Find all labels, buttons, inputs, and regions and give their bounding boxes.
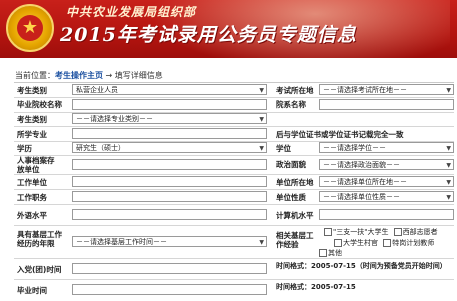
breadcrumb: 当前位置：考生操作主页 → 填写详细信息 — [15, 70, 163, 81]
chevron-down-icon: ▼ — [446, 87, 451, 94]
degree-label: 学位 — [276, 144, 291, 153]
exam-location-select[interactable]: －－请选择考试所在地－－ ▼ — [319, 84, 454, 95]
candidate-category-label: 考生类别 — [17, 115, 47, 124]
detail-form: 考生类别 私营企业人员 ▼ 考试所在地 －－请选择考试所在地－－ ▼ 毕业院校名称 … — [14, 82, 454, 295]
checkbox-village-official[interactable] — [334, 239, 342, 247]
form-row: 所学专业 后与学位证书或学位证书记载完全一致 — [14, 126, 454, 142]
form-row: 入党(团)时间 时间格式：2005-07-15（时间为预备党员开始时间） — [14, 258, 454, 280]
chevron-down-icon: ▼ — [259, 239, 264, 246]
breadcrumb-arrow: → — [105, 71, 113, 80]
unit-location-value: －－请选择单位所在地－－ — [323, 178, 407, 186]
candidate-type-value: 私营企业人员 — [76, 86, 118, 94]
candidate-type-select[interactable]: 私营企业人员 ▼ — [72, 84, 267, 95]
form-row: 人事档案存放单位 政治面貌 －－请选择政治面貌－－ ▼ — [14, 155, 454, 175]
college-name-input[interactable] — [319, 99, 454, 110]
degree-select[interactable]: －－请选择学位－－ ▼ — [319, 142, 454, 153]
school-name-label: 毕业院校名称 — [17, 100, 62, 109]
unit-location-label: 单位所在地 — [276, 178, 314, 187]
foreign-language-input[interactable] — [72, 209, 267, 220]
grassroots-type-label: 相关基层工作经验 — [276, 231, 314, 249]
form-row: 工作单位 单位所在地 －－请选择单位所在地－－ ▼ — [14, 174, 454, 190]
grassroots-years-label: 具有基层工作经历的年限 — [17, 230, 62, 248]
school-name-input[interactable] — [72, 99, 267, 110]
job-title-input[interactable] — [72, 191, 267, 202]
education-label: 学历 — [17, 144, 32, 153]
form-row: 毕业院校名称 院系名称 — [14, 97, 454, 113]
grassroots-option-row: 其他 — [319, 248, 342, 258]
form-row: 考生类别 私营企业人员 ▼ 考试所在地 －－请选择考试所在地－－ ▼ — [14, 83, 454, 98]
college-name-label: 院系名称 — [276, 100, 306, 109]
grassroots-option-row: 大学生村官 特岗计划教师 — [334, 238, 434, 248]
hr-archive-label: 人事档案存放单位 — [17, 156, 55, 174]
major-input[interactable] — [72, 128, 267, 139]
grassroots-years-value: －－请选择基层工作时间－－ — [76, 238, 167, 246]
header-banner: ★ 中共农业发展局组织部 2015年考试录用公务员专题信息 — [0, 0, 457, 58]
chevron-down-icon: ▼ — [259, 116, 264, 123]
exam-location-label: 考试所在地 — [276, 86, 314, 95]
option-other-label: 其他 — [328, 249, 342, 257]
candidate-type-label: 考生类别 — [17, 86, 47, 95]
major-label: 所学专业 — [17, 130, 47, 139]
checkbox-western-volunteer[interactable] — [393, 228, 402, 236]
form-row: 外语水平 计算机水平 — [14, 204, 454, 226]
option-village-official-label: 大学生村官 — [343, 239, 378, 247]
exam-location-value: －－请选择考试所在地－－ — [323, 86, 407, 94]
political-status-select[interactable]: －－请选择政治面貌－－ ▼ — [319, 159, 454, 170]
chevron-down-icon: ▼ — [446, 194, 451, 201]
chevron-down-icon: ▼ — [446, 179, 451, 186]
unit-nature-value: －－请选择单位性质－－ — [323, 193, 400, 201]
form-row: 毕业时间 时间格式：2005-07-15 — [14, 279, 454, 301]
work-unit-label: 工作单位 — [17, 178, 47, 187]
unit-nature-select[interactable]: －－请选择单位性质－－ ▼ — [319, 191, 454, 202]
unit-nature-label: 单位性质 — [276, 193, 306, 202]
chevron-down-icon: ▼ — [259, 145, 264, 152]
graduation-time-format-hint: 时间格式：2005-07-15 — [276, 283, 356, 291]
hr-archive-input[interactable] — [72, 159, 267, 170]
breadcrumb-current: 填写详细信息 — [114, 71, 163, 80]
foreign-language-label: 外语水平 — [17, 211, 47, 220]
option-special-teacher-label: 特岗计划教师 — [392, 239, 435, 247]
chevron-down-icon: ▼ — [259, 87, 264, 94]
checkbox-special-teacher[interactable] — [383, 239, 392, 247]
major-category-value: －－请选择专业类别－－ — [76, 115, 153, 123]
breadcrumb-home-link[interactable]: 考生操作主页 — [55, 71, 103, 80]
form-row: 工作职务 单位性质 －－请选择单位性质－－ ▼ — [14, 189, 454, 205]
work-unit-input[interactable] — [72, 176, 267, 187]
checkbox-sanzhiyifu[interactable] — [324, 228, 332, 236]
party-join-time-label: 入党(团)时间 — [17, 265, 62, 274]
graduation-time-input[interactable] — [72, 284, 267, 295]
page-title: 2015年考试录用公务员专题信息 — [60, 24, 357, 46]
education-value: 研究生（硕士） — [76, 144, 125, 152]
org-name: 中共农业发展局组织部 — [66, 5, 197, 19]
option-western-volunteer-label: 西部志愿者 — [402, 228, 438, 236]
party-time-format-hint: 时间格式：2005-07-15（时间为预备党员开始时间） — [276, 262, 447, 270]
form-row: 具有基层工作经历的年限 －－请选择基层工作时间－－ ▼ 相关基层工作经验 "三支一… — [14, 225, 454, 259]
form-row: 考生类别 －－请选择专业类别－－ ▼ — [14, 112, 454, 127]
graduation-time-label: 毕业时间 — [17, 286, 47, 295]
computer-level-input[interactable] — [319, 209, 454, 220]
star-icon: ★ — [17, 15, 43, 41]
political-status-label: 政治面貌 — [276, 160, 306, 169]
grassroots-option-row: "三支一扶"大学生 西部志愿者 — [324, 227, 438, 237]
job-title-label: 工作职务 — [17, 193, 47, 202]
education-select[interactable]: 研究生（硕士） ▼ — [72, 142, 267, 153]
option-sanzhiyifu-label: "三支一扶"大学生 — [333, 228, 389, 236]
political-status-value: －－请选择政治面貌－－ — [323, 161, 400, 169]
computer-level-label: 计算机水平 — [276, 211, 314, 220]
degree-consistency-note: 后与学位证书或学位证书记载完全一致 — [276, 130, 404, 139]
degree-value: －－请选择学位－－ — [323, 144, 386, 152]
checkbox-other[interactable] — [319, 249, 327, 257]
chevron-down-icon: ▼ — [446, 145, 451, 152]
grassroots-years-select[interactable]: －－请选择基层工作时间－－ ▼ — [72, 236, 267, 247]
breadcrumb-prefix: 当前位置： — [15, 71, 55, 80]
chevron-down-icon: ▼ — [446, 162, 451, 169]
unit-location-select[interactable]: －－请选择单位所在地－－ ▼ — [319, 176, 454, 187]
major-category-select[interactable]: －－请选择专业类别－－ ▼ — [72, 113, 267, 124]
form-row: 学历 研究生（硕士） ▼ 学位 －－请选择学位－－ ▼ — [14, 141, 454, 156]
party-join-time-input[interactable] — [72, 263, 267, 274]
national-emblem-icon: ★ — [6, 4, 54, 52]
